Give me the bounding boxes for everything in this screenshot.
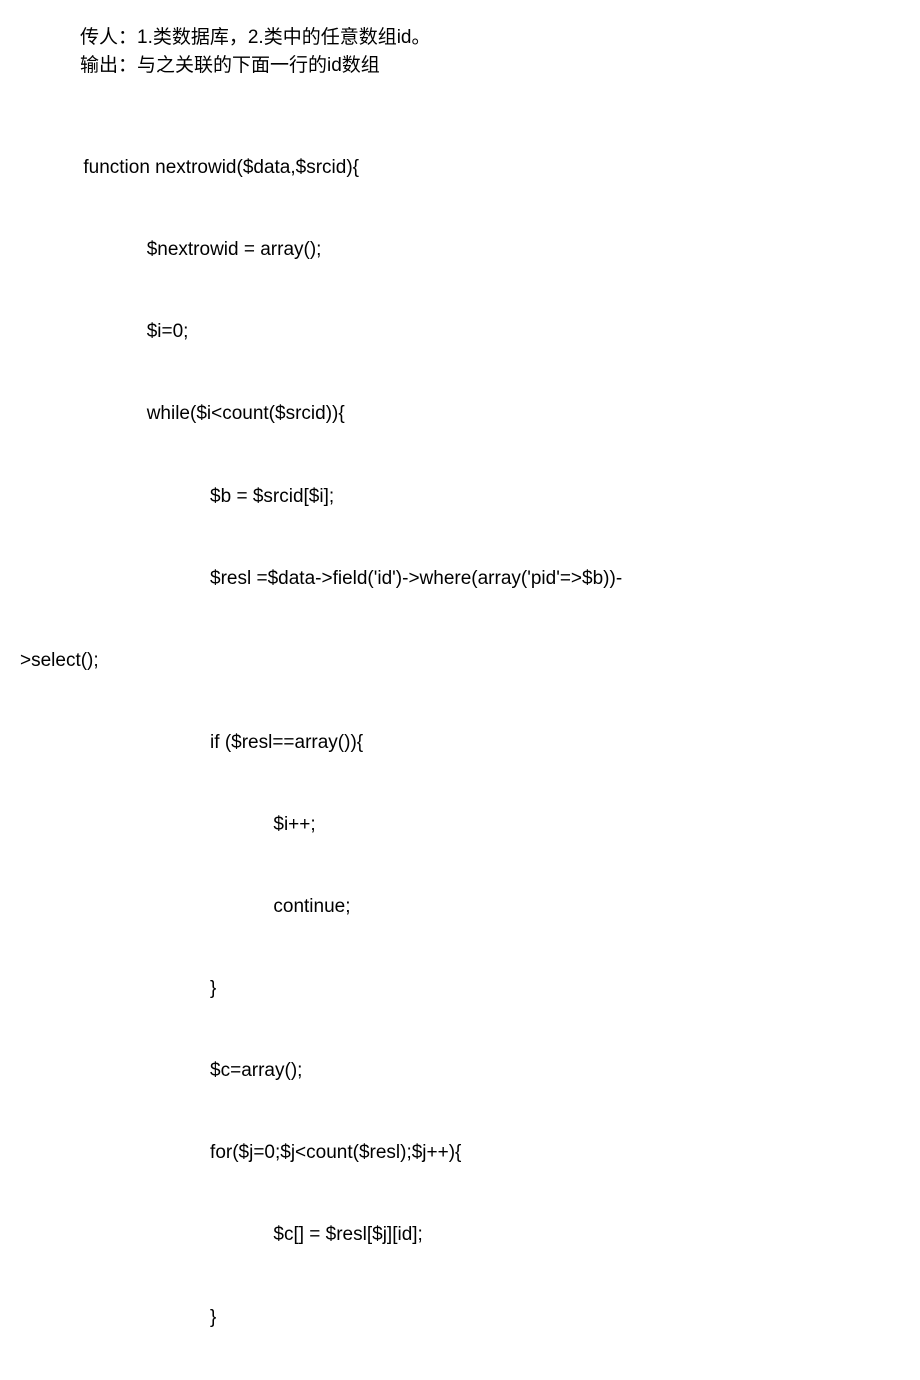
description-line-1: 传人：1.类数据库，2.类中的任意数组id。 — [80, 24, 920, 52]
code-line: $resl =$data->field('id')->where(array('… — [20, 565, 920, 592]
code-line: function nextrowid($data,$srcid){ — [20, 154, 920, 181]
code-block: function nextrowid($data,$srcid){ $nextr… — [20, 99, 920, 1380]
code-line: } — [20, 1304, 920, 1331]
code-line: continue; — [20, 893, 920, 920]
code-line: $i=0; — [20, 318, 920, 345]
code-line: $c=array(); — [20, 1057, 920, 1084]
code-line: for($j=0;$j<count($resl);$j++){ — [20, 1139, 920, 1166]
code-line: $nextrowid = array(); — [20, 236, 920, 263]
code-line: $c[] = $resl[$j][id]; — [20, 1221, 920, 1248]
code-line: while($i<count($srcid)){ — [20, 400, 920, 427]
code-line: } — [20, 975, 920, 1002]
description-block: 传人：1.类数据库，2.类中的任意数组id。 输出：与之关联的下面一行的id数组 — [20, 24, 920, 79]
code-line: if ($resl==array()){ — [20, 729, 920, 756]
description-line-2: 输出：与之关联的下面一行的id数组 — [80, 52, 920, 80]
code-line: >select(); — [20, 647, 920, 674]
code-line: $i++; — [20, 811, 920, 838]
code-line: $b = $srcid[$i]; — [20, 483, 920, 510]
